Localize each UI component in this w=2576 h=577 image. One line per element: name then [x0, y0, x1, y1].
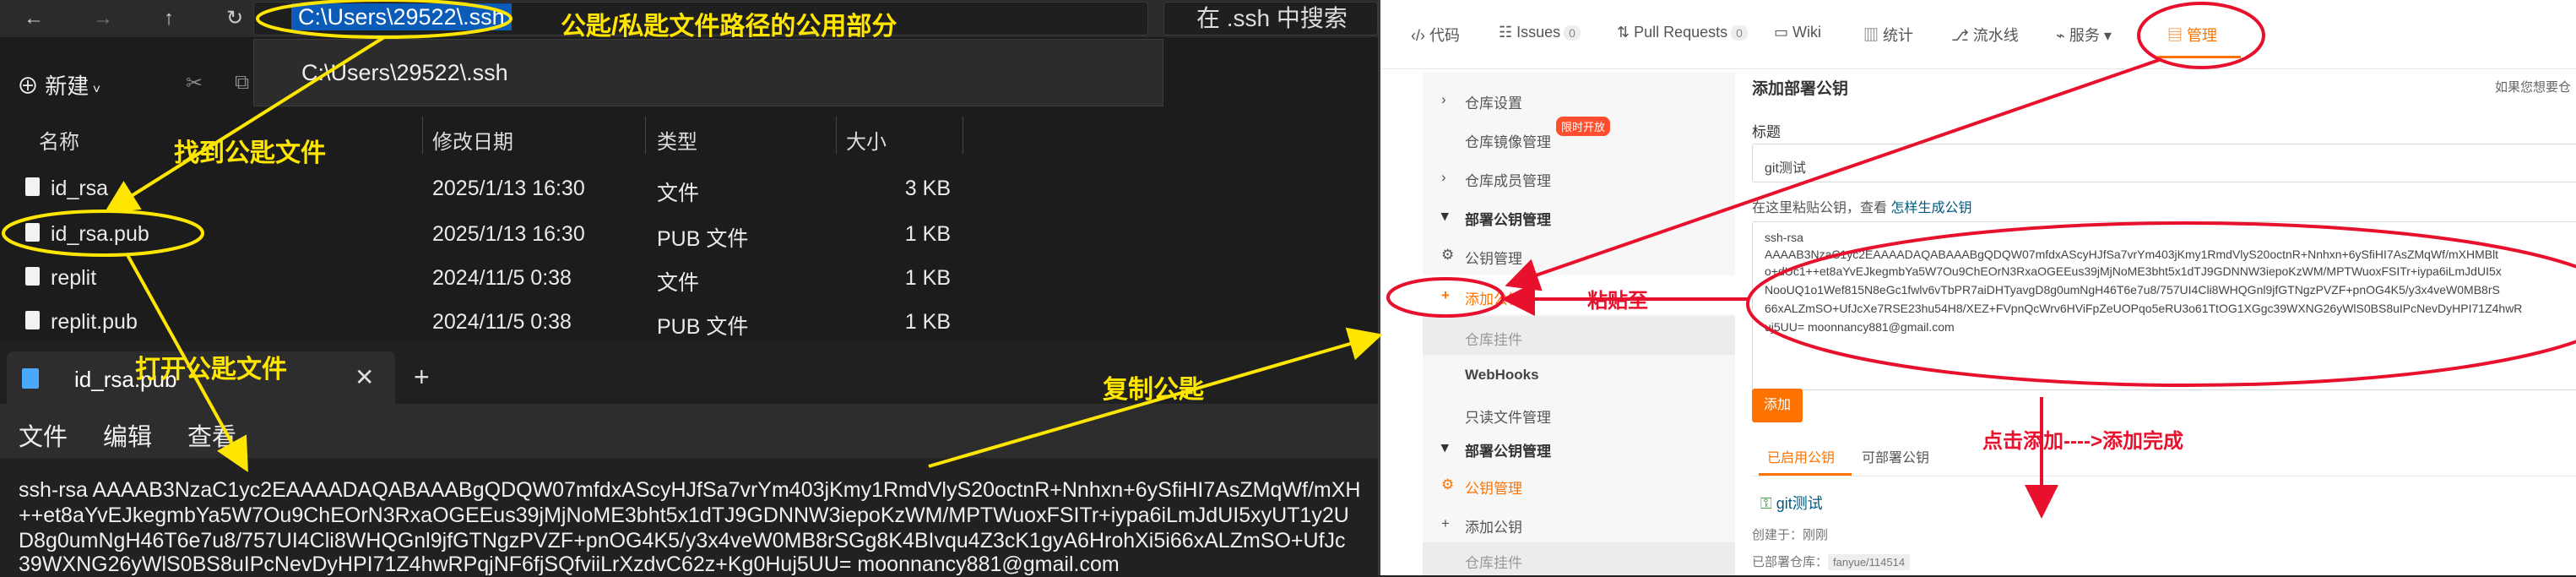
annotation-ellipse-add-key	[1386, 277, 1505, 318]
annotation-click-add: 点击添加---->添加完成	[1982, 430, 2183, 453]
annotation-ellipse-path	[256, 0, 512, 39]
annotation-paste-to: 粘贴至	[1587, 290, 1648, 313]
annotation-overlay	[2, 0, 2576, 519]
annotation-ellipse-file	[2, 210, 204, 257]
annotation-find-key: 找到公匙文件	[174, 139, 326, 167]
annotation-ellipse-manage	[2137, 2, 2265, 69]
annotation-copy-key: 复制公匙	[1103, 376, 1204, 404]
annotation-open-key: 打开公匙文件	[135, 356, 287, 384]
annotation-ellipse-textarea	[1746, 221, 2576, 387]
annotation-arrow	[104, 35, 386, 214]
annotation-path-note: 公匙/私匙文件路径的公用部分	[561, 13, 898, 41]
annotation-arrow	[1505, 57, 2162, 291]
